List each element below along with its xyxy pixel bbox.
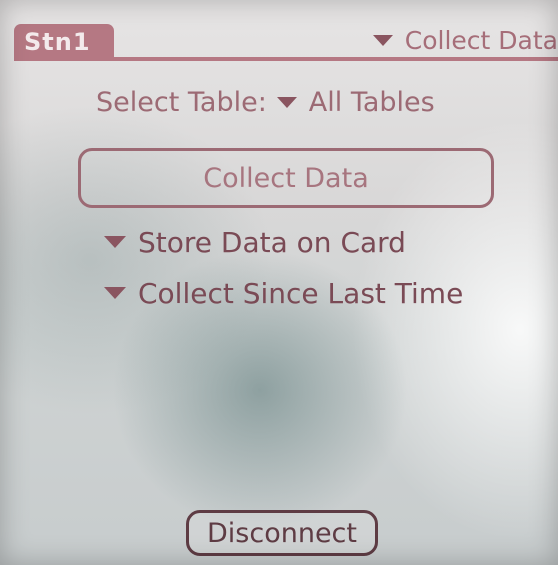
disconnect-button[interactable]: Disconnect [186,510,378,556]
collect-since-popup[interactable]: Collect Since Last Time [104,273,463,313]
select-table-row: Select Table: All Tables [96,82,435,122]
title-rule [14,57,558,61]
triangle-down-icon [104,287,126,299]
store-data-label: Store Data on Card [138,225,406,259]
store-data-popup[interactable]: Store Data on Card [104,222,406,262]
title-bar: Stn1 Collect Data [14,24,558,64]
pda-screen: Stn1 Collect Data Select Table: All Tabl… [0,0,558,565]
form-title: Stn1 [24,28,91,56]
collect-since-label: Collect Since Last Time [138,276,464,310]
triangle-down-icon [276,96,297,108]
collect-data-button[interactable]: Collect Data [78,148,494,208]
collect-data-menu-trigger[interactable]: Collect Data [372,24,558,56]
select-table-value: All Tables [308,86,435,118]
disconnect-label: Disconnect [207,517,357,549]
select-table-label: Select Table: [96,86,267,118]
menu-trigger-label: Collect Data [404,25,558,55]
form-title-tab: Stn1 [14,24,114,60]
select-table-dropdown[interactable]: All Tables [276,86,435,118]
triangle-down-icon [372,34,393,46]
triangle-down-icon [104,236,126,248]
collect-data-label: Collect Data [203,162,369,194]
